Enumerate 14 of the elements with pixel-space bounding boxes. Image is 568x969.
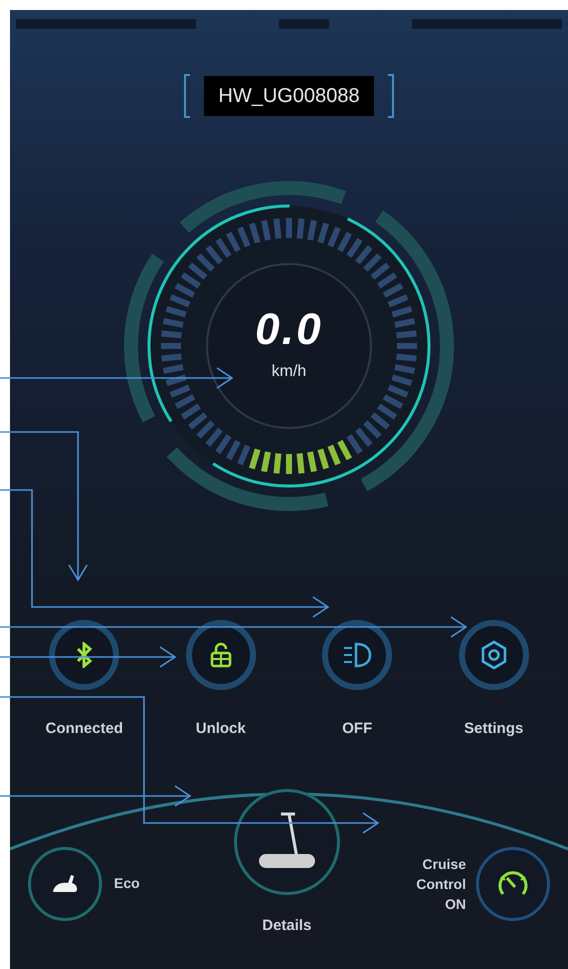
headlight-icon <box>342 641 372 669</box>
control-label: Settings <box>464 719 524 739</box>
control-label: OFF <box>342 719 372 739</box>
control-label: Connected <box>45 719 123 739</box>
mode-label: Eco <box>114 874 140 893</box>
speed-unit: km/h <box>272 362 306 382</box>
speed-value: 0.0 <box>255 308 323 352</box>
cruise-control-label: Cruise Control ON <box>415 854 466 914</box>
bracket-mark <box>388 74 394 118</box>
device-name: HW_UG008088 <box>204 76 374 116</box>
details-label: Details <box>262 916 312 936</box>
bluetooth-icon <box>75 642 94 668</box>
control-label: Unlock <box>196 719 246 739</box>
bracket-mark <box>184 74 190 118</box>
